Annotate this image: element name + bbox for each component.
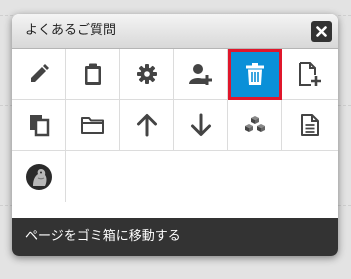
add-user-button[interactable]	[174, 49, 228, 100]
trash-icon	[245, 63, 264, 85]
avatar-icon	[25, 163, 52, 190]
copy-button[interactable]	[12, 100, 66, 151]
tool-grid	[12, 49, 338, 202]
edit-button[interactable]	[12, 49, 66, 100]
popup-panel: よくあるご質問 ページをゴミ箱に移動する	[12, 14, 338, 256]
blocks-button[interactable]	[228, 100, 282, 151]
gear-icon	[136, 64, 157, 84]
copy-icon	[29, 115, 49, 137]
add-page-icon	[299, 62, 321, 86]
popup-title: よくあるご質問	[25, 23, 117, 38]
delete-page-button[interactable]	[228, 49, 282, 100]
close-button[interactable]	[311, 21, 332, 42]
settings-button[interactable]	[120, 49, 174, 100]
add-page-button[interactable]	[282, 49, 338, 100]
move-up-button[interactable]	[120, 100, 174, 151]
folder-icon	[80, 117, 104, 134]
clipboard-button[interactable]	[66, 49, 120, 100]
cubes-icon	[244, 116, 265, 132]
avatar-button[interactable]	[12, 151, 66, 202]
arrow-up-icon	[136, 114, 157, 137]
folder-button[interactable]	[66, 100, 120, 151]
status-text: ページをゴミ箱に移動する	[25, 229, 181, 244]
arrow-down-icon	[190, 113, 211, 136]
pencil-icon	[30, 64, 49, 82]
document-icon	[301, 114, 319, 136]
document-button[interactable]	[282, 100, 338, 151]
clipboard-icon	[84, 63, 101, 85]
status-bar: ページをゴミ箱に移動する	[12, 218, 338, 256]
move-down-button[interactable]	[174, 100, 228, 151]
add-user-icon	[188, 64, 212, 85]
close-icon	[316, 26, 327, 37]
popup-header: よくあるご質問	[12, 14, 338, 49]
